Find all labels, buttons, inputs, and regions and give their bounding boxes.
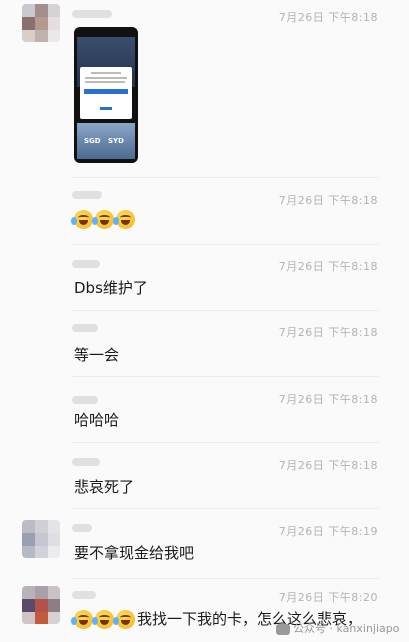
avatar[interactable] (22, 520, 60, 558)
message-time: 7月26日 下午8:18 (278, 11, 378, 24)
divider (72, 578, 379, 579)
message-text: Dbs维护了 (74, 279, 148, 297)
message-text: 等一会 (74, 346, 120, 364)
message-text: 悲哀死了 (74, 478, 135, 496)
message-time: 7月26日 下午8:18 (278, 260, 378, 273)
message-time: 7月26日 下午8:18 (278, 459, 378, 472)
sender-name-blurred (72, 10, 112, 18)
currency-label-left: SGD (84, 137, 101, 145)
image-thumbnail[interactable]: SGD SYD (74, 27, 138, 163)
chat-message: 7月26日 下午8:18 等一会 (0, 310, 409, 377)
chat-message: 7月26日 下午8:18 哈哈哈 (0, 376, 409, 443)
message-time: 7月26日 下午8:18 (278, 393, 378, 406)
avatar[interactable] (22, 586, 60, 624)
sender-name-blurred (72, 591, 96, 599)
message-time: 7月26日 下午8:20 (278, 591, 378, 604)
watermark-prefix: 公众号 · (293, 622, 333, 635)
rolling-laugh-emoji (113, 610, 135, 629)
currency-label-right: SYD (108, 137, 124, 145)
message-time: 7月26日 下午8:18 (278, 326, 378, 339)
chat-message: 7月26日 下午8:18 SGD SYD (0, 0, 409, 178)
rolling-laugh-emoji (71, 210, 93, 229)
sender-name-blurred (72, 260, 100, 268)
watermark-handle: kanxinjiapo (336, 622, 400, 635)
chat-message: 7月26日 下午8:18 悲哀死了 (0, 442, 409, 509)
sender-name-blurred (72, 324, 98, 332)
chat-message: 7月26日 下午8:18 (0, 178, 409, 245)
rolling-laugh-emoji (92, 610, 114, 629)
sender-name-blurred (72, 396, 98, 404)
rolling-laugh-emoji (113, 210, 135, 229)
sender-name-blurred (72, 458, 100, 466)
avatar[interactable] (22, 4, 60, 42)
message-time: 7月26日 下午8:19 (278, 525, 378, 538)
message-time: 7月26日 下午8:18 (278, 194, 378, 207)
wechat-icon (276, 623, 290, 635)
chat-message: 7月26日 下午8:19 要不拿现金给我吧 (0, 508, 409, 580)
chat-message: 7月26日 下午8:18 Dbs维护了 (0, 244, 409, 311)
dialog-preview (80, 67, 132, 119)
message-emoji (71, 210, 137, 229)
message-text: 要不拿现金给我吧 (74, 544, 195, 562)
message-text: 哈哈哈 (74, 411, 120, 429)
rolling-laugh-emoji (92, 210, 114, 229)
watermark: 公众号 · kanxinjiapo (276, 620, 400, 636)
sender-name-blurred (72, 524, 92, 532)
rolling-laugh-emoji (71, 610, 93, 629)
sender-name-blurred (72, 191, 102, 199)
